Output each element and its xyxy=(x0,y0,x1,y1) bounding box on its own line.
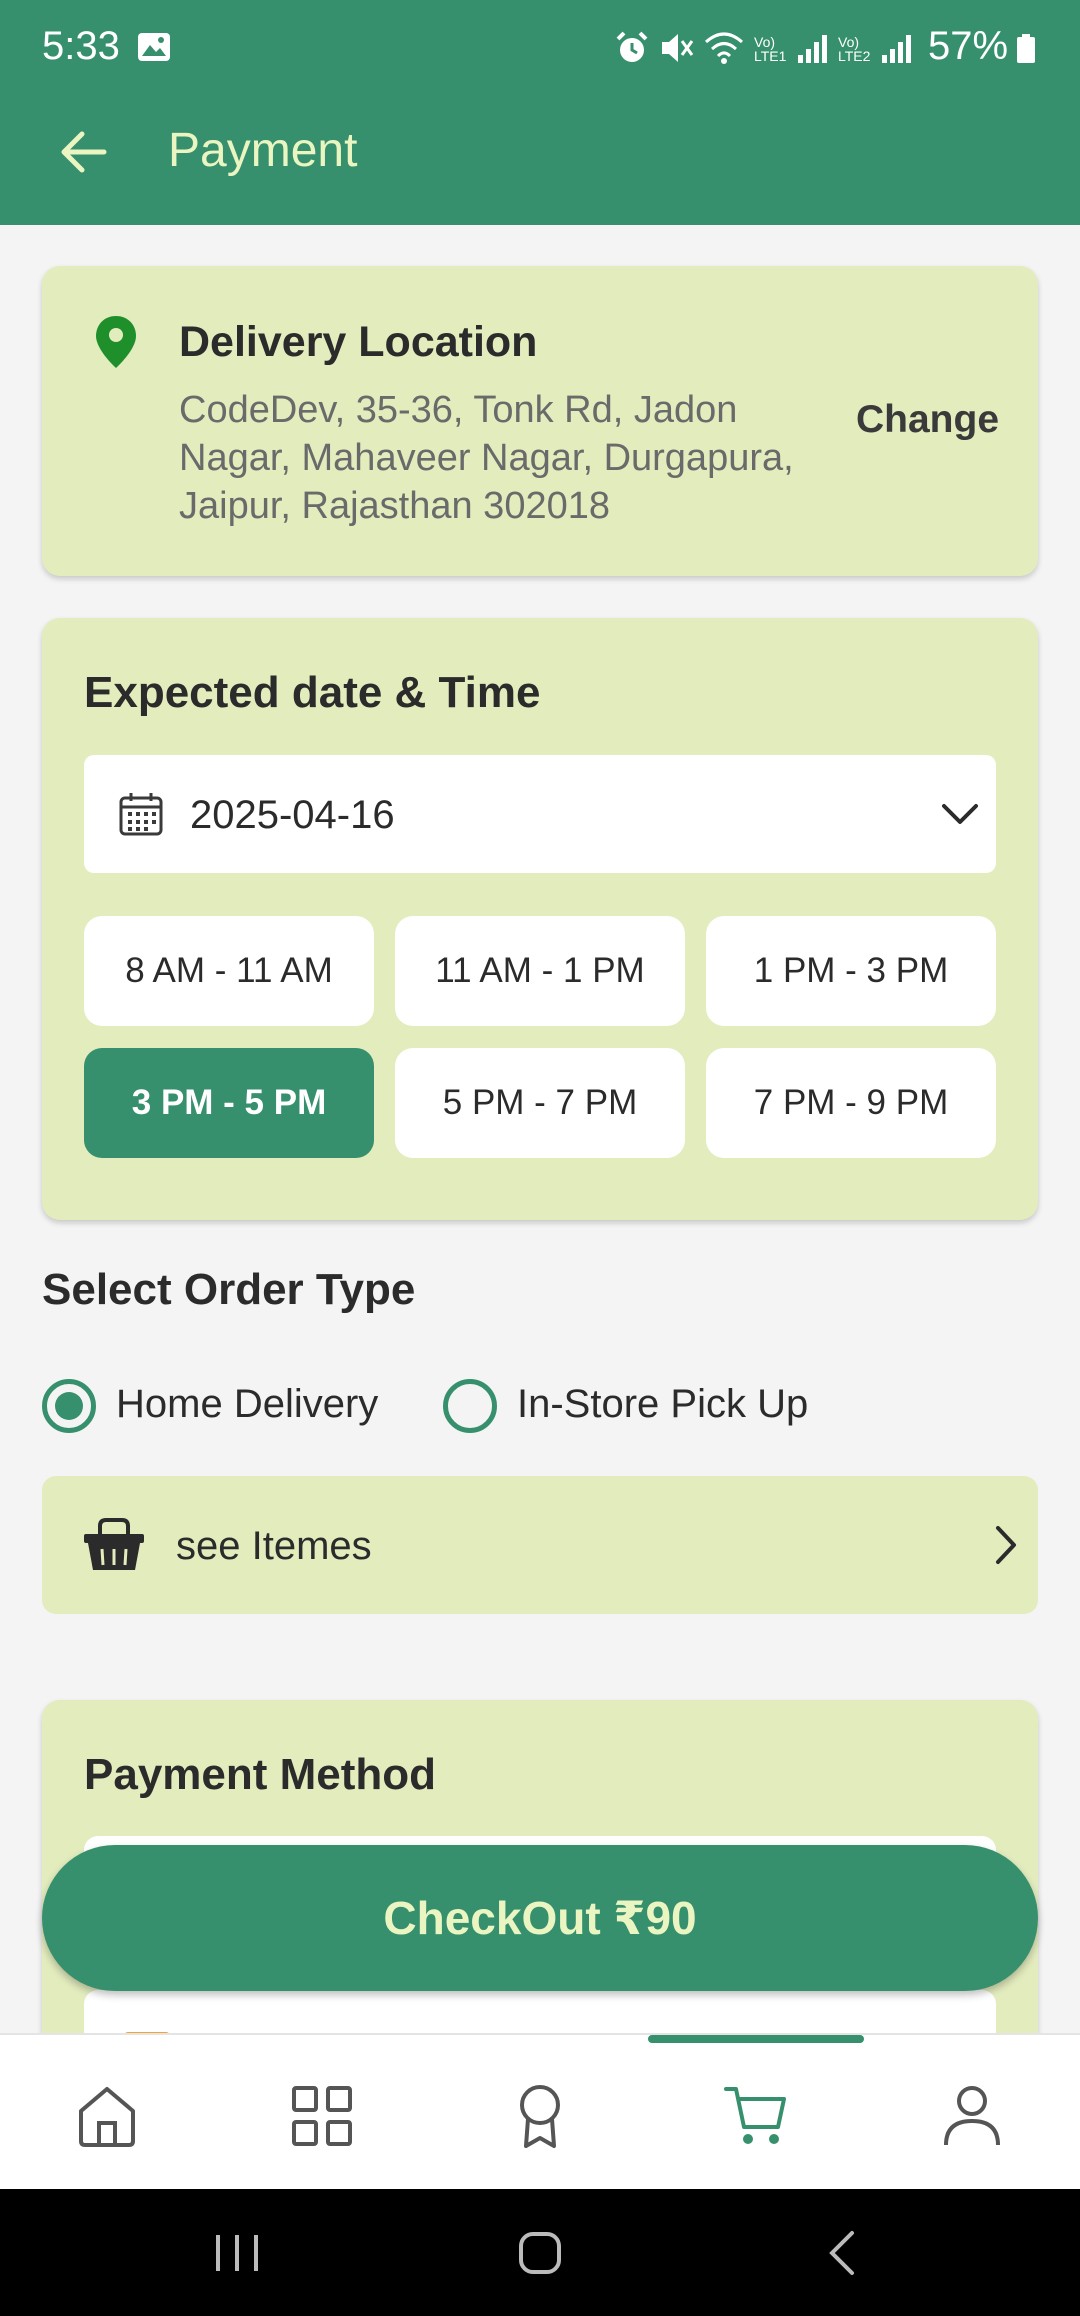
system-icons: Vo) LTE1 Vo) LTE2 xyxy=(614,28,912,68)
home-button-icon[interactable] xyxy=(518,2231,562,2275)
wifi-icon xyxy=(705,32,743,64)
payment-method-heading: Payment Method xyxy=(84,1750,437,1799)
see-items-label: see Itemes xyxy=(176,1524,372,1568)
system-nav-bar xyxy=(0,2189,1080,2316)
back-arrow-icon[interactable] xyxy=(56,125,110,179)
lte1-label: Vo) LTE1 xyxy=(754,34,787,64)
cart-icon[interactable] xyxy=(724,2083,788,2149)
mute-icon xyxy=(662,34,694,62)
app-bar: Payment xyxy=(0,95,1080,225)
gallery-icon xyxy=(138,33,170,61)
time-slot[interactable]: 7 PM - 9 PM xyxy=(706,1048,996,1158)
delivery-address: CodeDev, 35-36, Tonk Rd, Jadon Nagar, Ma… xyxy=(179,389,794,527)
date-select[interactable]: 2025-04-16 xyxy=(84,755,996,873)
basket-icon xyxy=(84,1518,144,1570)
home-delivery-radio[interactable] xyxy=(42,1379,96,1433)
delivery-location-heading: Delivery Location xyxy=(179,318,538,366)
rewards-icon[interactable] xyxy=(508,2083,572,2149)
status-bar: 5:33 Vo) LTE1 Vo) LTE2 57% xyxy=(0,0,1080,95)
time-slot[interactable]: 11 AM - 1 PM xyxy=(395,916,685,1026)
calendar-icon xyxy=(119,793,163,836)
expected-datetime-card: Expected date & Time 2025-04-16 8 AM - 1… xyxy=(42,618,1038,1220)
home-delivery-label[interactable]: Home Delivery xyxy=(116,1382,378,1427)
page-title: Payment xyxy=(168,124,358,177)
time-slot[interactable]: 8 AM - 11 AM xyxy=(84,916,374,1026)
time-slot[interactable]: 1 PM - 3 PM xyxy=(706,916,996,1026)
checkout-button[interactable]: CheckOut ₹90 xyxy=(42,1845,1038,1991)
lte2-label: Vo) LTE2 xyxy=(838,34,871,64)
see-items-row[interactable]: see Itemes xyxy=(42,1476,1038,1614)
signal-lte2-icon: Vo) LTE2 xyxy=(838,33,912,63)
recent-apps-icon[interactable] xyxy=(212,2233,262,2273)
alarm-icon xyxy=(616,31,648,62)
in-store-pickup-radio[interactable] xyxy=(443,1379,497,1433)
selected-date: 2025-04-16 xyxy=(190,793,395,837)
expected-datetime-heading: Expected date & Time xyxy=(84,668,541,717)
bottom-nav xyxy=(0,2033,1080,2189)
signal-lte1-icon: Vo) LTE1 xyxy=(754,33,828,63)
battery-icon xyxy=(1017,34,1035,63)
categories-icon[interactable] xyxy=(290,2083,354,2149)
order-type-heading: Select Order Type xyxy=(42,1265,416,1314)
change-location-button[interactable]: Change xyxy=(856,398,999,442)
profile-icon[interactable] xyxy=(940,2083,1004,2149)
time-slot[interactable]: 5 PM - 7 PM xyxy=(395,1048,685,1158)
chevron-right-icon xyxy=(996,1526,1016,1564)
active-tab-indicator xyxy=(648,2035,864,2043)
location-pin-icon xyxy=(96,316,136,368)
in-store-pickup-label[interactable]: In-Store Pick Up xyxy=(517,1382,808,1427)
delivery-location-card: Delivery Location CodeDev, 35-36, Tonk R… xyxy=(42,266,1038,576)
status-time: 5:33 xyxy=(42,24,120,68)
time-slot-selected[interactable]: 3 PM - 5 PM xyxy=(84,1048,374,1158)
battery-percent: 57% xyxy=(928,24,1009,68)
chevron-down-icon xyxy=(942,804,978,824)
system-back-icon[interactable] xyxy=(826,2229,856,2277)
home-icon[interactable] xyxy=(75,2083,139,2149)
